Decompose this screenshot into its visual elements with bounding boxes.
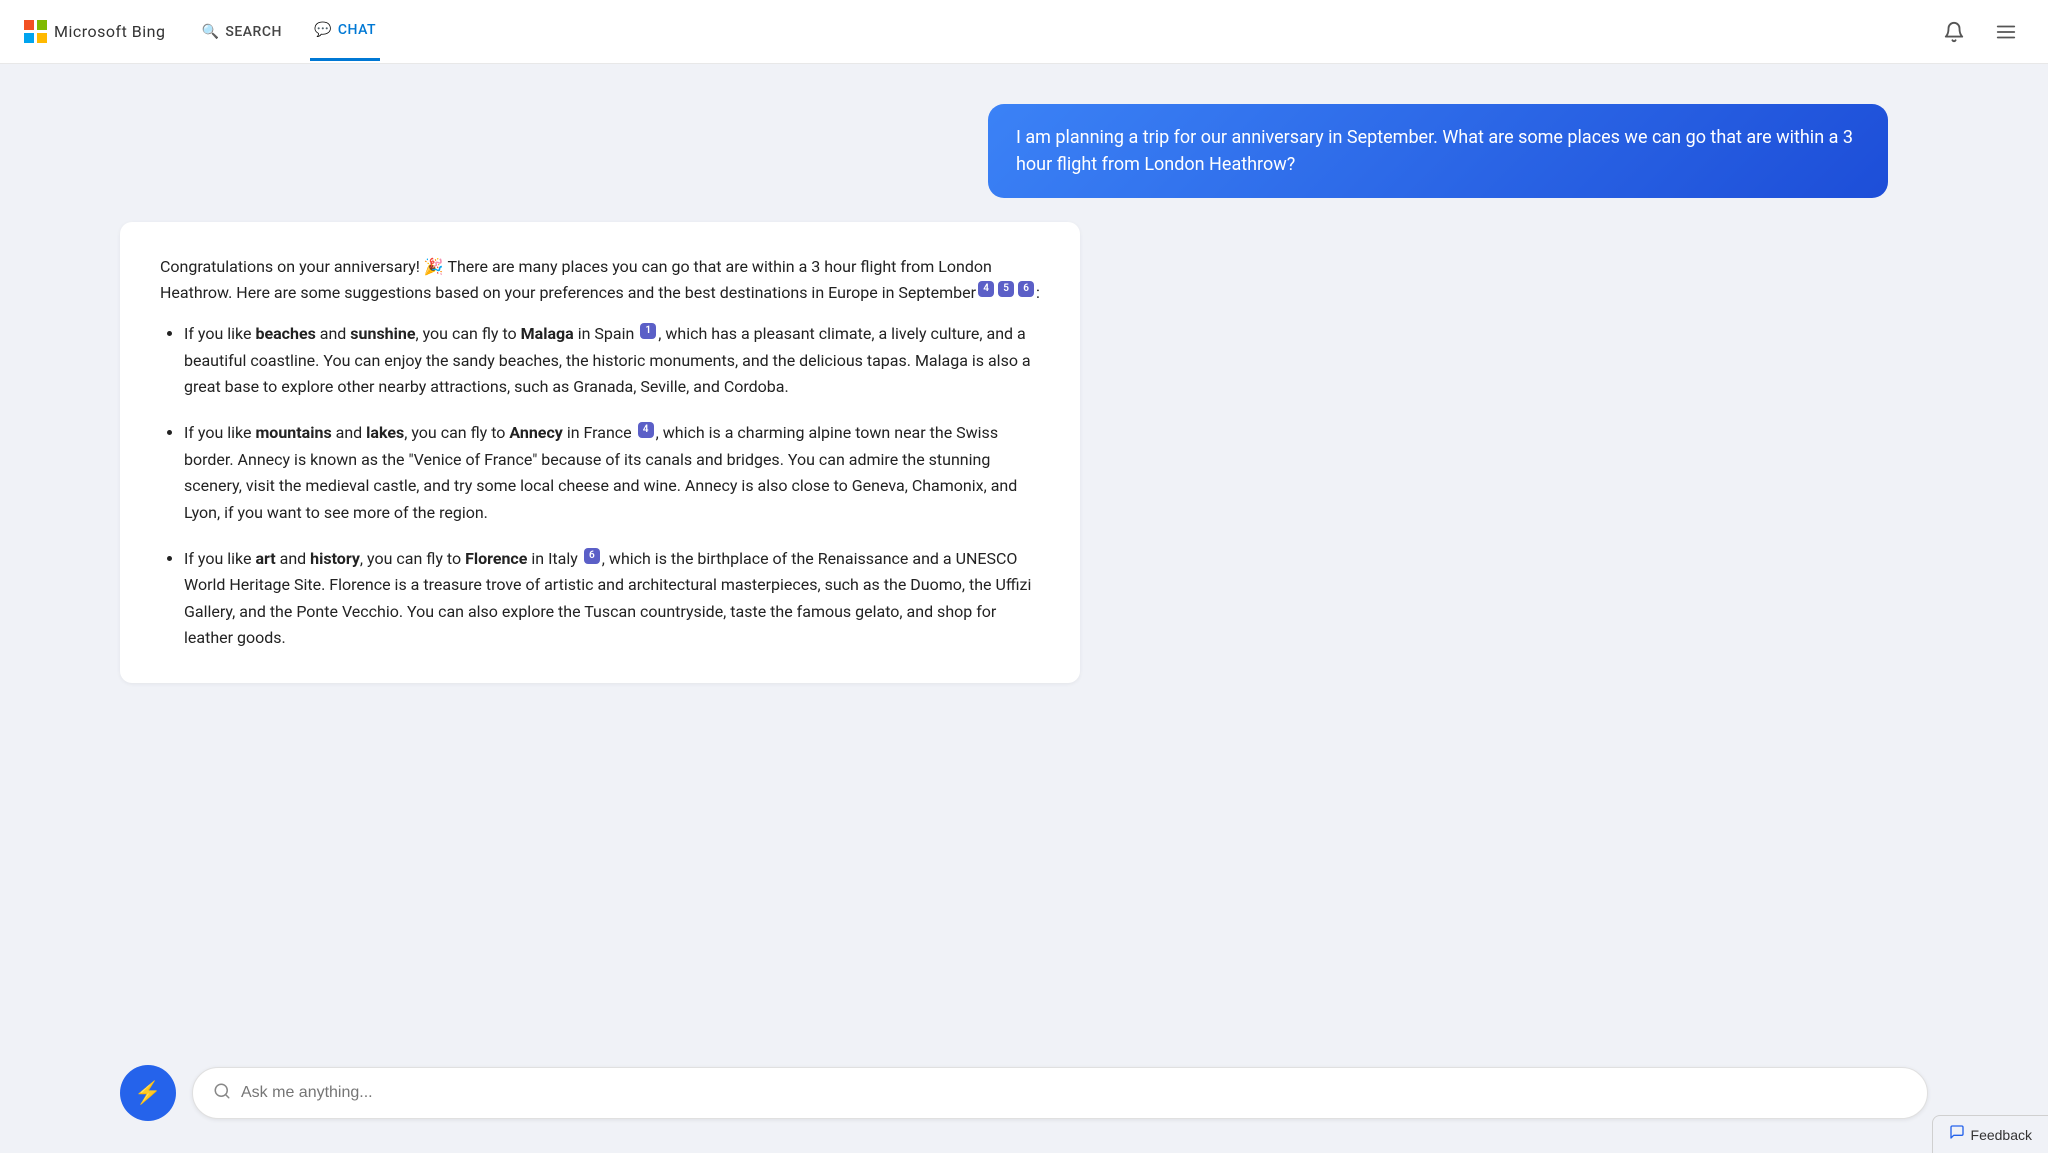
feedback-label: Feedback <box>1971 1127 2032 1143</box>
nav-chat-label: CHAT <box>338 22 376 38</box>
menu-icon[interactable] <box>1988 14 2024 50</box>
list-item: If you like art and history, you can fly… <box>184 546 1040 652</box>
chat-area: I am planning a trip for our anniversary… <box>0 64 2048 1049</box>
bold-art: art <box>255 549 275 568</box>
list-item: If you like beaches and sunshine, you ca… <box>184 321 1040 400</box>
input-area: ⚡ <box>0 1049 2048 1153</box>
citation-4[interactable]: 4 <box>978 281 994 297</box>
suggestions-list: If you like beaches and sunshine, you ca… <box>160 321 1040 651</box>
bold-mountains: mountains <box>255 423 331 442</box>
chat-nav-icon: 💬 <box>314 22 332 38</box>
citation-6b[interactable]: 6 <box>584 548 600 564</box>
citation-5[interactable]: 5 <box>998 281 1014 297</box>
header-right <box>1936 14 2024 50</box>
nav-item-search[interactable]: 🔍 SEARCH <box>197 4 286 60</box>
header: Microsoft Bing 🔍 SEARCH 💬 CHAT <box>0 0 2048 64</box>
list-item: If you like mountains and lakes, you can… <box>184 420 1040 526</box>
bold-beaches: beaches <box>255 324 315 343</box>
notifications-bell-icon[interactable] <box>1936 14 1972 50</box>
bold-annecy: Annecy <box>509 423 562 442</box>
citation-4b[interactable]: 4 <box>638 422 654 438</box>
bing-chat-button[interactable]: ⚡ <box>120 1065 176 1121</box>
citation-6[interactable]: 6 <box>1018 281 1034 297</box>
bold-malaga: Malaga <box>521 324 574 343</box>
main-content: I am planning a trip for our anniversary… <box>0 64 2048 1153</box>
bold-history: history <box>310 549 360 568</box>
chat-input-wrapper[interactable] <box>192 1067 1928 1119</box>
chat-text-input[interactable] <box>241 1084 1907 1102</box>
bold-florence: Florence <box>465 549 527 568</box>
logo-area: Microsoft Bing <box>24 20 165 44</box>
ai-response-card: Congratulations on your anniversary! 🎉 T… <box>120 222 1080 683</box>
search-nav-icon: 🔍 <box>201 24 219 40</box>
nav-bar: 🔍 SEARCH 💬 CHAT <box>197 2 1936 61</box>
feedback-button[interactable]: Feedback <box>1932 1115 2048 1153</box>
bold-lakes: lakes <box>366 423 404 442</box>
nav-search-label: SEARCH <box>225 24 282 40</box>
user-message-container: I am planning a trip for our anniversary… <box>120 104 1928 198</box>
ms-logo-icon <box>24 20 48 44</box>
ai-intro-paragraph: Congratulations on your anniversary! 🎉 T… <box>160 254 1040 305</box>
user-message-bubble: I am planning a trip for our anniversary… <box>988 104 1888 198</box>
bing-logo[interactable]: Microsoft Bing <box>24 20 165 44</box>
bing-logo-text: Microsoft Bing <box>54 22 165 41</box>
feedback-icon <box>1949 1124 1965 1145</box>
nav-item-chat[interactable]: 💬 CHAT <box>310 2 380 61</box>
citation-1[interactable]: 1 <box>640 323 656 339</box>
bing-btn-icon: ⚡ <box>134 1081 161 1106</box>
chat-input-icon <box>213 1082 231 1105</box>
bold-sunshine: sunshine <box>350 324 415 343</box>
